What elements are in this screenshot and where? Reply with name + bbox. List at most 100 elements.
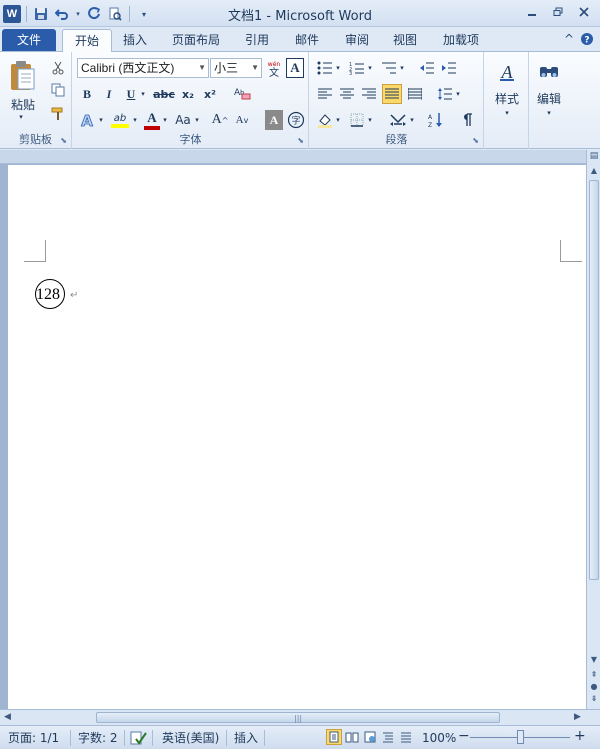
clear-formatting-icon[interactable]: Ab xyxy=(231,83,253,103)
draft-view-icon[interactable] xyxy=(398,729,414,745)
font-color-dropdown-icon[interactable]: ▾ xyxy=(161,110,169,130)
align-left-icon[interactable] xyxy=(316,85,334,103)
font-color-button[interactable]: A xyxy=(143,110,161,130)
horizontal-scrollbar[interactable]: ◀ ||| ▶ xyxy=(0,709,600,725)
borders-icon[interactable] xyxy=(348,110,366,130)
styles-button[interactable]: 样式 xyxy=(485,90,529,107)
print-layout-view-icon[interactable] xyxy=(326,729,342,745)
format-painter-icon[interactable] xyxy=(50,106,66,122)
zoom-slider-thumb[interactable] xyxy=(517,730,524,744)
document-page[interactable] xyxy=(8,165,586,709)
scroll-left-icon[interactable]: ◀ xyxy=(4,712,11,722)
highlight-button[interactable]: ab xyxy=(109,110,131,130)
zoom-in-button[interactable]: + xyxy=(574,728,586,744)
binoculars-icon[interactable] xyxy=(536,58,562,86)
tab-view[interactable]: 视图 xyxy=(386,29,424,51)
show-marks-icon[interactable] xyxy=(458,110,476,130)
web-layout-icon[interactable] xyxy=(362,729,378,745)
character-border-button[interactable]: A xyxy=(286,58,304,78)
clipboard-launcher-icon[interactable]: ⬊ xyxy=(60,136,67,145)
borders-dropdown-icon[interactable]: ▾ xyxy=(366,110,374,130)
character-shading-button[interactable]: A xyxy=(265,110,283,130)
insert-mode-indicator[interactable]: 插入 xyxy=(234,730,258,746)
chinese-layout-dropdown-icon[interactable]: ▾ xyxy=(408,110,416,130)
page-count[interactable]: 页面: 1/1 xyxy=(8,730,59,746)
shrink-font-button[interactable]: Av xyxy=(233,110,251,130)
word-count[interactable]: 字数: 2 xyxy=(78,730,118,746)
font-name-select[interactable]: Calibri (西文正文) ▼ xyxy=(77,58,209,78)
editing-dropdown-icon[interactable]: ▾ xyxy=(545,108,553,118)
paste-button[interactable]: 粘贴 xyxy=(4,96,42,113)
document-text[interactable]: 128 xyxy=(36,285,60,305)
close-icon[interactable] xyxy=(572,3,596,21)
full-screen-reading-icon[interactable] xyxy=(344,729,360,745)
bold-button[interactable]: B xyxy=(79,85,95,103)
tab-references[interactable]: 引用 xyxy=(238,29,276,51)
scroll-up-icon[interactable]: ▲ xyxy=(588,166,600,178)
shading-icon[interactable] xyxy=(316,110,334,130)
phonetic-guide-button[interactable]: wén 文 xyxy=(265,58,283,78)
enclose-characters-button[interactable]: 字 xyxy=(287,110,305,130)
paste-dropdown-icon[interactable]: ▾ xyxy=(16,112,26,122)
next-page-icon[interactable]: ⇟ xyxy=(588,694,600,706)
sort-icon[interactable]: AZ xyxy=(426,110,444,130)
strikethrough-button[interactable]: abc xyxy=(153,85,175,103)
tab-page-layout[interactable]: 页面布局 xyxy=(166,29,226,51)
chinese-layout-icon[interactable] xyxy=(388,110,408,130)
tab-mailings[interactable]: 邮件 xyxy=(288,29,326,51)
bullets-dropdown-icon[interactable]: ▾ xyxy=(334,60,342,76)
underline-button[interactable]: U xyxy=(123,85,139,103)
outline-view-icon[interactable] xyxy=(380,729,396,745)
grow-font-button[interactable]: A ^ xyxy=(211,110,229,130)
decrease-indent-icon[interactable] xyxy=(418,60,436,76)
vertical-scroll-thumb[interactable] xyxy=(589,180,599,580)
scroll-down-icon[interactable]: ▼ xyxy=(588,655,600,667)
line-spacing-icon[interactable] xyxy=(436,85,454,103)
increase-indent-icon[interactable] xyxy=(440,60,458,76)
styles-icon[interactable]: A xyxy=(495,58,519,86)
justify-icon[interactable] xyxy=(382,84,402,104)
highlight-dropdown-icon[interactable]: ▾ xyxy=(131,110,139,130)
tab-file[interactable]: 文件 xyxy=(2,29,56,51)
restore-icon[interactable] xyxy=(546,3,570,21)
numbering-dropdown-icon[interactable]: ▾ xyxy=(366,60,374,76)
align-center-icon[interactable] xyxy=(338,85,356,103)
paragraph-launcher-icon[interactable]: ⬊ xyxy=(472,136,479,145)
text-effects-icon[interactable]: A xyxy=(77,110,97,130)
numbering-icon[interactable]: 123 xyxy=(348,60,366,76)
zoom-out-button[interactable]: − xyxy=(458,728,470,744)
language-indicator[interactable]: 英语(美国) xyxy=(162,730,219,746)
paste-icon[interactable] xyxy=(8,56,38,96)
font-size-select[interactable]: 小三 ▼ xyxy=(210,58,262,78)
subscript-button[interactable]: x₂ xyxy=(179,85,197,103)
italic-button[interactable]: I xyxy=(101,85,117,103)
help-icon[interactable]: ? xyxy=(580,32,594,49)
copy-icon[interactable] xyxy=(50,82,66,98)
line-spacing-dropdown-icon[interactable]: ▾ xyxy=(454,85,462,103)
text-effects-dropdown-icon[interactable]: ▾ xyxy=(97,110,105,130)
minimize-icon[interactable] xyxy=(520,3,544,21)
tab-insert[interactable]: 插入 xyxy=(116,29,154,51)
cut-icon[interactable] xyxy=(50,60,66,76)
change-case-dropdown-icon[interactable]: ▾ xyxy=(193,110,201,130)
styles-dropdown-icon[interactable]: ▾ xyxy=(503,108,511,118)
scroll-right-icon[interactable]: ▶ xyxy=(574,712,581,722)
vertical-scrollbar[interactable]: ▤ ▲ ▼ ⇞ ● ⇟ xyxy=(586,150,600,709)
zoom-level[interactable]: 100% xyxy=(422,730,456,746)
multilevel-dropdown-icon[interactable]: ▾ xyxy=(398,60,406,76)
font-launcher-icon[interactable]: ⬊ xyxy=(297,136,304,145)
editing-button[interactable]: 编辑 xyxy=(530,90,568,107)
collapse-ribbon-icon[interactable]: ^ xyxy=(564,32,574,49)
ruler-toggle-icon[interactable]: ▤ xyxy=(588,151,600,164)
bullets-icon[interactable] xyxy=(316,60,334,76)
proofing-icon[interactable] xyxy=(130,730,150,746)
tab-review[interactable]: 审阅 xyxy=(338,29,376,51)
distributed-icon[interactable] xyxy=(406,85,424,103)
underline-dropdown-icon[interactable]: ▾ xyxy=(139,85,147,103)
align-right-icon[interactable] xyxy=(360,85,378,103)
change-case-button[interactable]: Aa xyxy=(173,110,193,130)
shading-dropdown-icon[interactable]: ▾ xyxy=(334,110,342,130)
tab-home[interactable]: 开始 xyxy=(62,29,112,53)
multilevel-list-icon[interactable] xyxy=(380,60,398,76)
superscript-button[interactable]: x² xyxy=(201,85,219,103)
